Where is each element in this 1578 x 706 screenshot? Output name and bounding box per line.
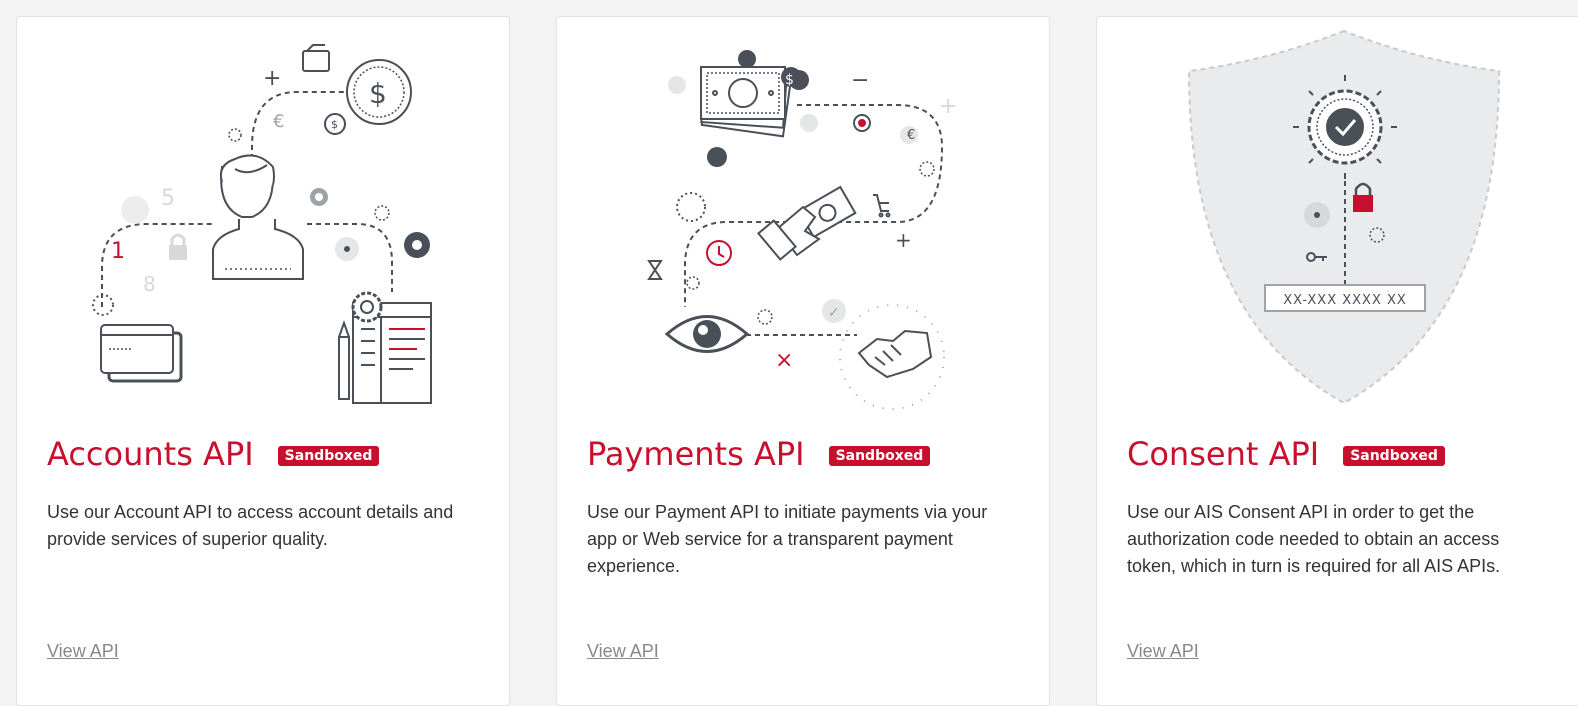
svg-text:$: $	[369, 77, 387, 110]
accounts-title-row: Accounts API Sandboxed	[47, 435, 380, 473]
card-description: Use our Account API to access account de…	[47, 502, 454, 549]
card-description: Use our AIS Consent API in order to get …	[1127, 502, 1501, 576]
svg-text:XX-XXX XXXX XX: XX-XXX XXXX XX	[1283, 293, 1407, 308]
card-title: Consent API	[1127, 435, 1320, 473]
hourglass-icon	[647, 260, 663, 280]
svg-text:−: −	[851, 68, 869, 93]
wallet-icon	[302, 44, 330, 72]
lock-icon	[169, 233, 187, 260]
card-description: Use our Payment API to initiate payments…	[587, 502, 988, 576]
api-card-accounts: $ $ € + 1 5 8 Accounts API Sandboxed Use…	[16, 16, 510, 706]
svg-text:5: 5	[161, 186, 175, 211]
svg-text:+: +	[263, 66, 281, 91]
svg-text:8: 8	[143, 272, 156, 296]
sandboxed-badge: Sandboxed	[277, 446, 380, 466]
card-title: Payments API	[587, 435, 805, 473]
consent-title-row: Consent API Sandboxed	[1127, 435, 1445, 473]
svg-text:×: ×	[775, 348, 793, 373]
sandboxed-badge: Sandboxed	[828, 446, 931, 466]
view-api-link-accounts[interactable]: View API	[47, 641, 119, 662]
payments-title-row: Payments API Sandboxed	[587, 435, 931, 473]
person-icon	[212, 154, 304, 280]
hand-cash-icon	[757, 185, 857, 261]
banknotes-icon	[700, 66, 792, 138]
clock-icon	[706, 240, 732, 266]
sandboxed-badge: Sandboxed	[1343, 446, 1445, 466]
api-card-payments: $ € − + + × ✓ Payments API Sandboxed Use…	[556, 16, 1050, 706]
accounts-illustration: $ $ € + 1 5 8	[92, 44, 432, 404]
credit-card-icon	[100, 324, 183, 383]
consent-illustration: XX-XXX XXXX XX	[1187, 29, 1501, 405]
svg-text:€: €	[273, 111, 284, 132]
handshake-icon	[857, 329, 933, 379]
svg-text:€: €	[907, 128, 915, 143]
svg-text:$: $	[785, 72, 794, 88]
gear-icon	[351, 291, 383, 323]
cart-icon	[873, 194, 891, 218]
gear-icon	[1304, 202, 1330, 228]
svg-text:1: 1	[111, 239, 125, 264]
svg-text:✓: ✓	[828, 305, 840, 321]
api-card-consent: XX-XXX XXXX XX Consent API Sandboxed Use…	[1096, 16, 1578, 706]
svg-text:+: +	[895, 228, 912, 252]
view-api-link-payments[interactable]: View API	[587, 641, 659, 662]
payments-illustration: $ € − + + × ✓	[647, 50, 957, 410]
pencil-icon	[338, 320, 350, 400]
view-api-link-consent[interactable]: View API	[1127, 641, 1199, 662]
svg-text:$: $	[331, 118, 338, 131]
card-title: Accounts API	[47, 435, 254, 473]
svg-text:+: +	[939, 94, 957, 119]
